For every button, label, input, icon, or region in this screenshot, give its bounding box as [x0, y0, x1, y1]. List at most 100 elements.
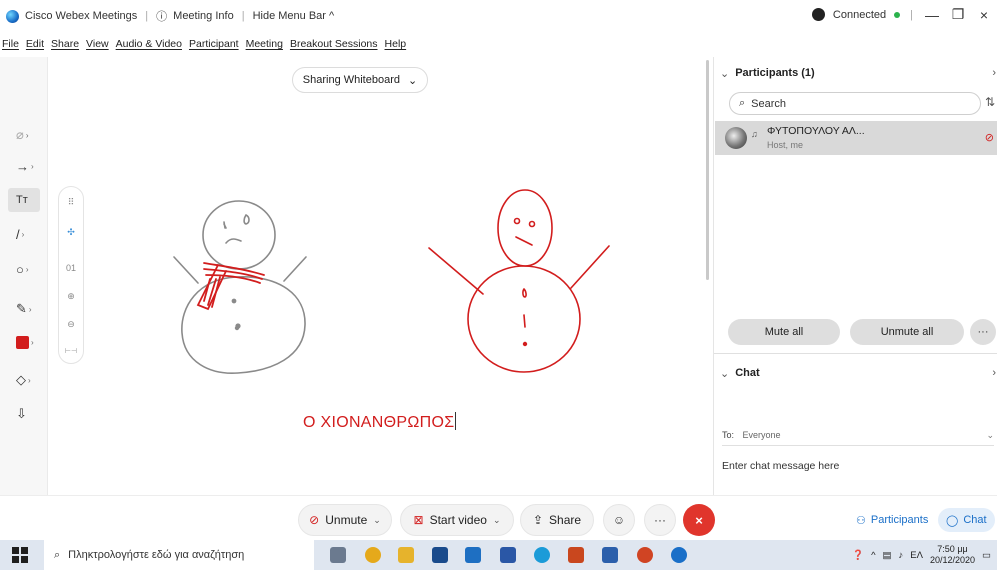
- pen-icon: ✎: [16, 301, 27, 316]
- task-view-icon[interactable]: [330, 547, 346, 563]
- menu-breakout-sessions[interactable]: Breakout Sessions: [290, 38, 378, 55]
- menu-participant[interactable]: Participant: [189, 38, 239, 55]
- menu-help[interactable]: Help: [385, 38, 407, 55]
- chevron-down-icon[interactable]: ⌄: [493, 515, 501, 526]
- eraser-tool[interactable]: ◇ ›: [8, 368, 40, 392]
- gray-mouth: [225, 238, 242, 244]
- eraser-icon: ◇: [16, 372, 26, 387]
- menu-edit[interactable]: Edit: [26, 38, 44, 55]
- system-tray: ❓ ^ ▤ ♪ ΕΛ 7:50 μμ 20/12/2020 ▭: [852, 544, 991, 566]
- windows-taskbar: ⌕ Πληκτρολογήστε εδώ για αναζήτηση ❓ ^ ▤…: [0, 540, 997, 570]
- muted-mic-icon[interactable]: ⊘: [985, 131, 994, 144]
- shape-tool[interactable]: ○ ›: [8, 257, 40, 281]
- chevron-down-icon[interactable]: ⌄: [373, 515, 381, 526]
- notifications-icon[interactable]: ▭: [982, 550, 991, 561]
- store-icon[interactable]: [432, 547, 448, 563]
- taskbar-search-input[interactable]: ⌕ Πληκτρολογήστε εδώ για αναζήτηση: [44, 540, 314, 570]
- participant-row[interactable]: ♫ ΦΥΤΟΠΟΥΛΟΥ ΑΛ... Host, me ⊘: [715, 121, 997, 155]
- menu-view[interactable]: View: [86, 38, 109, 55]
- participants-title: Participants (1): [735, 67, 815, 79]
- network-icon[interactable]: ▤: [883, 550, 892, 561]
- start-video-button[interactable]: ⊠ Start video ⌄: [400, 504, 514, 536]
- gray-eye-left: [223, 221, 227, 229]
- mail-icon[interactable]: [465, 547, 481, 563]
- close-panel-icon[interactable]: ›: [992, 367, 996, 379]
- menu-meeting[interactable]: Meeting: [246, 38, 283, 55]
- app-title: Cisco Webex Meetings: [25, 10, 138, 22]
- chrome-icon[interactable]: [365, 547, 381, 563]
- language-indicator[interactable]: ΕΛ: [910, 550, 923, 561]
- participants-panel-tab[interactable]: ⚇ Participants: [848, 508, 936, 532]
- mute-all-button[interactable]: Mute all: [728, 319, 840, 345]
- tray-chevron-icon[interactable]: ^: [871, 550, 875, 561]
- pointer-tool[interactable]: ⌀ ›: [8, 123, 40, 147]
- color-tool[interactable]: ›: [8, 330, 40, 354]
- close-window-button[interactable]: ×: [975, 7, 993, 23]
- vscode-icon[interactable]: [500, 547, 516, 563]
- red-arm-left: [428, 247, 484, 295]
- connection-icon: [811, 8, 825, 21]
- canvas-scrollbar[interactable]: [706, 60, 709, 280]
- red-button: [522, 341, 528, 347]
- gray-button: [231, 298, 237, 304]
- unmute-button[interactable]: ⊘ Unmute ⌄: [298, 504, 392, 536]
- restore-button[interactable]: ❐: [949, 6, 967, 23]
- participants-header[interactable]: ⌄ Participants (1) ›: [714, 63, 997, 83]
- gray-arm-left: [173, 256, 199, 284]
- taskbar-clock[interactable]: 7:50 μμ 20/12/2020: [930, 544, 975, 566]
- participants-more-button[interactable]: ···: [970, 319, 996, 345]
- gray-arm-right: [283, 256, 307, 282]
- webex-taskbar-icon[interactable]: [671, 547, 687, 563]
- chat-panel-tab[interactable]: ◯ Chat: [938, 508, 995, 532]
- title-bar: Cisco Webex Meetings | ⓘ Meeting Info | …: [0, 0, 997, 38]
- emoji-icon: ☺: [612, 513, 626, 527]
- chat-recipient-select[interactable]: To: Everyone ⌄: [722, 430, 994, 446]
- line-tool[interactable]: / ›: [8, 222, 40, 246]
- unmute-all-button[interactable]: Unmute all: [850, 319, 964, 345]
- sort-icon[interactable]: ⇅: [985, 95, 995, 109]
- menu-share[interactable]: Share: [51, 38, 79, 55]
- windows-start-icon[interactable]: [12, 547, 28, 563]
- meeting-info-button[interactable]: Meeting Info: [173, 10, 234, 22]
- more-options-button[interactable]: ···: [644, 504, 676, 536]
- collapse-chevron-icon[interactable]: ⌄: [720, 367, 729, 380]
- hide-menu-bar-button[interactable]: Hide Menu Bar ^: [253, 10, 335, 22]
- reactions-button[interactable]: ☺: [603, 504, 635, 536]
- collapse-chevron-icon[interactable]: ⌄: [720, 67, 729, 80]
- participant-search-input[interactable]: ⌕ Search: [729, 92, 981, 115]
- close-panel-icon[interactable]: ›: [992, 67, 996, 79]
- edge-icon[interactable]: [534, 547, 550, 563]
- info-icon: ⓘ: [156, 11, 168, 23]
- to-label: To:: [722, 430, 735, 440]
- submenu-chevron-icon: ›: [25, 130, 29, 140]
- menu-file[interactable]: File: [2, 38, 19, 55]
- gray-body: [181, 276, 306, 374]
- red-head: [497, 189, 553, 267]
- whiteboard-text-annotation[interactable]: Ο ΧΙΟΝΑΝΘΡΩΠΟΣ: [303, 412, 457, 432]
- app-icon[interactable]: [568, 547, 584, 563]
- red-mouth: [515, 236, 533, 246]
- panel-divider: [714, 353, 997, 354]
- pen-tool[interactable]: ✎ ›: [8, 297, 40, 321]
- share-button[interactable]: ⇪ Share: [520, 504, 594, 536]
- text-tool[interactable]: Tт: [8, 188, 40, 212]
- chat-message-input[interactable]: Enter chat message here: [722, 460, 839, 472]
- minimize-button[interactable]: —: [923, 7, 941, 23]
- red-arm-right: [570, 245, 610, 289]
- end-meeting-button[interactable]: ×: [683, 504, 715, 536]
- volume-icon[interactable]: ♪: [899, 550, 904, 561]
- video-off-icon: ⊠: [413, 513, 424, 527]
- help-icon[interactable]: ❓: [852, 550, 864, 561]
- arrow-tool[interactable]: → ›: [8, 154, 40, 178]
- save-tool[interactable]: ⇩: [8, 402, 40, 426]
- chat-header[interactable]: ⌄ Chat ›: [714, 363, 997, 383]
- submenu-chevron-icon: ›: [31, 161, 34, 171]
- search-icon: ⌕: [739, 97, 746, 109]
- word-icon[interactable]: [602, 547, 618, 563]
- participants-tab-label: Participants: [870, 514, 929, 526]
- menu-audio-video[interactable]: Audio & Video: [116, 38, 182, 55]
- powerpoint-icon[interactable]: [637, 547, 653, 563]
- file-explorer-icon[interactable]: [398, 547, 414, 563]
- title-right: Connected | — ❐ ×: [811, 6, 993, 23]
- chevron-down-icon: ⌄: [986, 430, 994, 440]
